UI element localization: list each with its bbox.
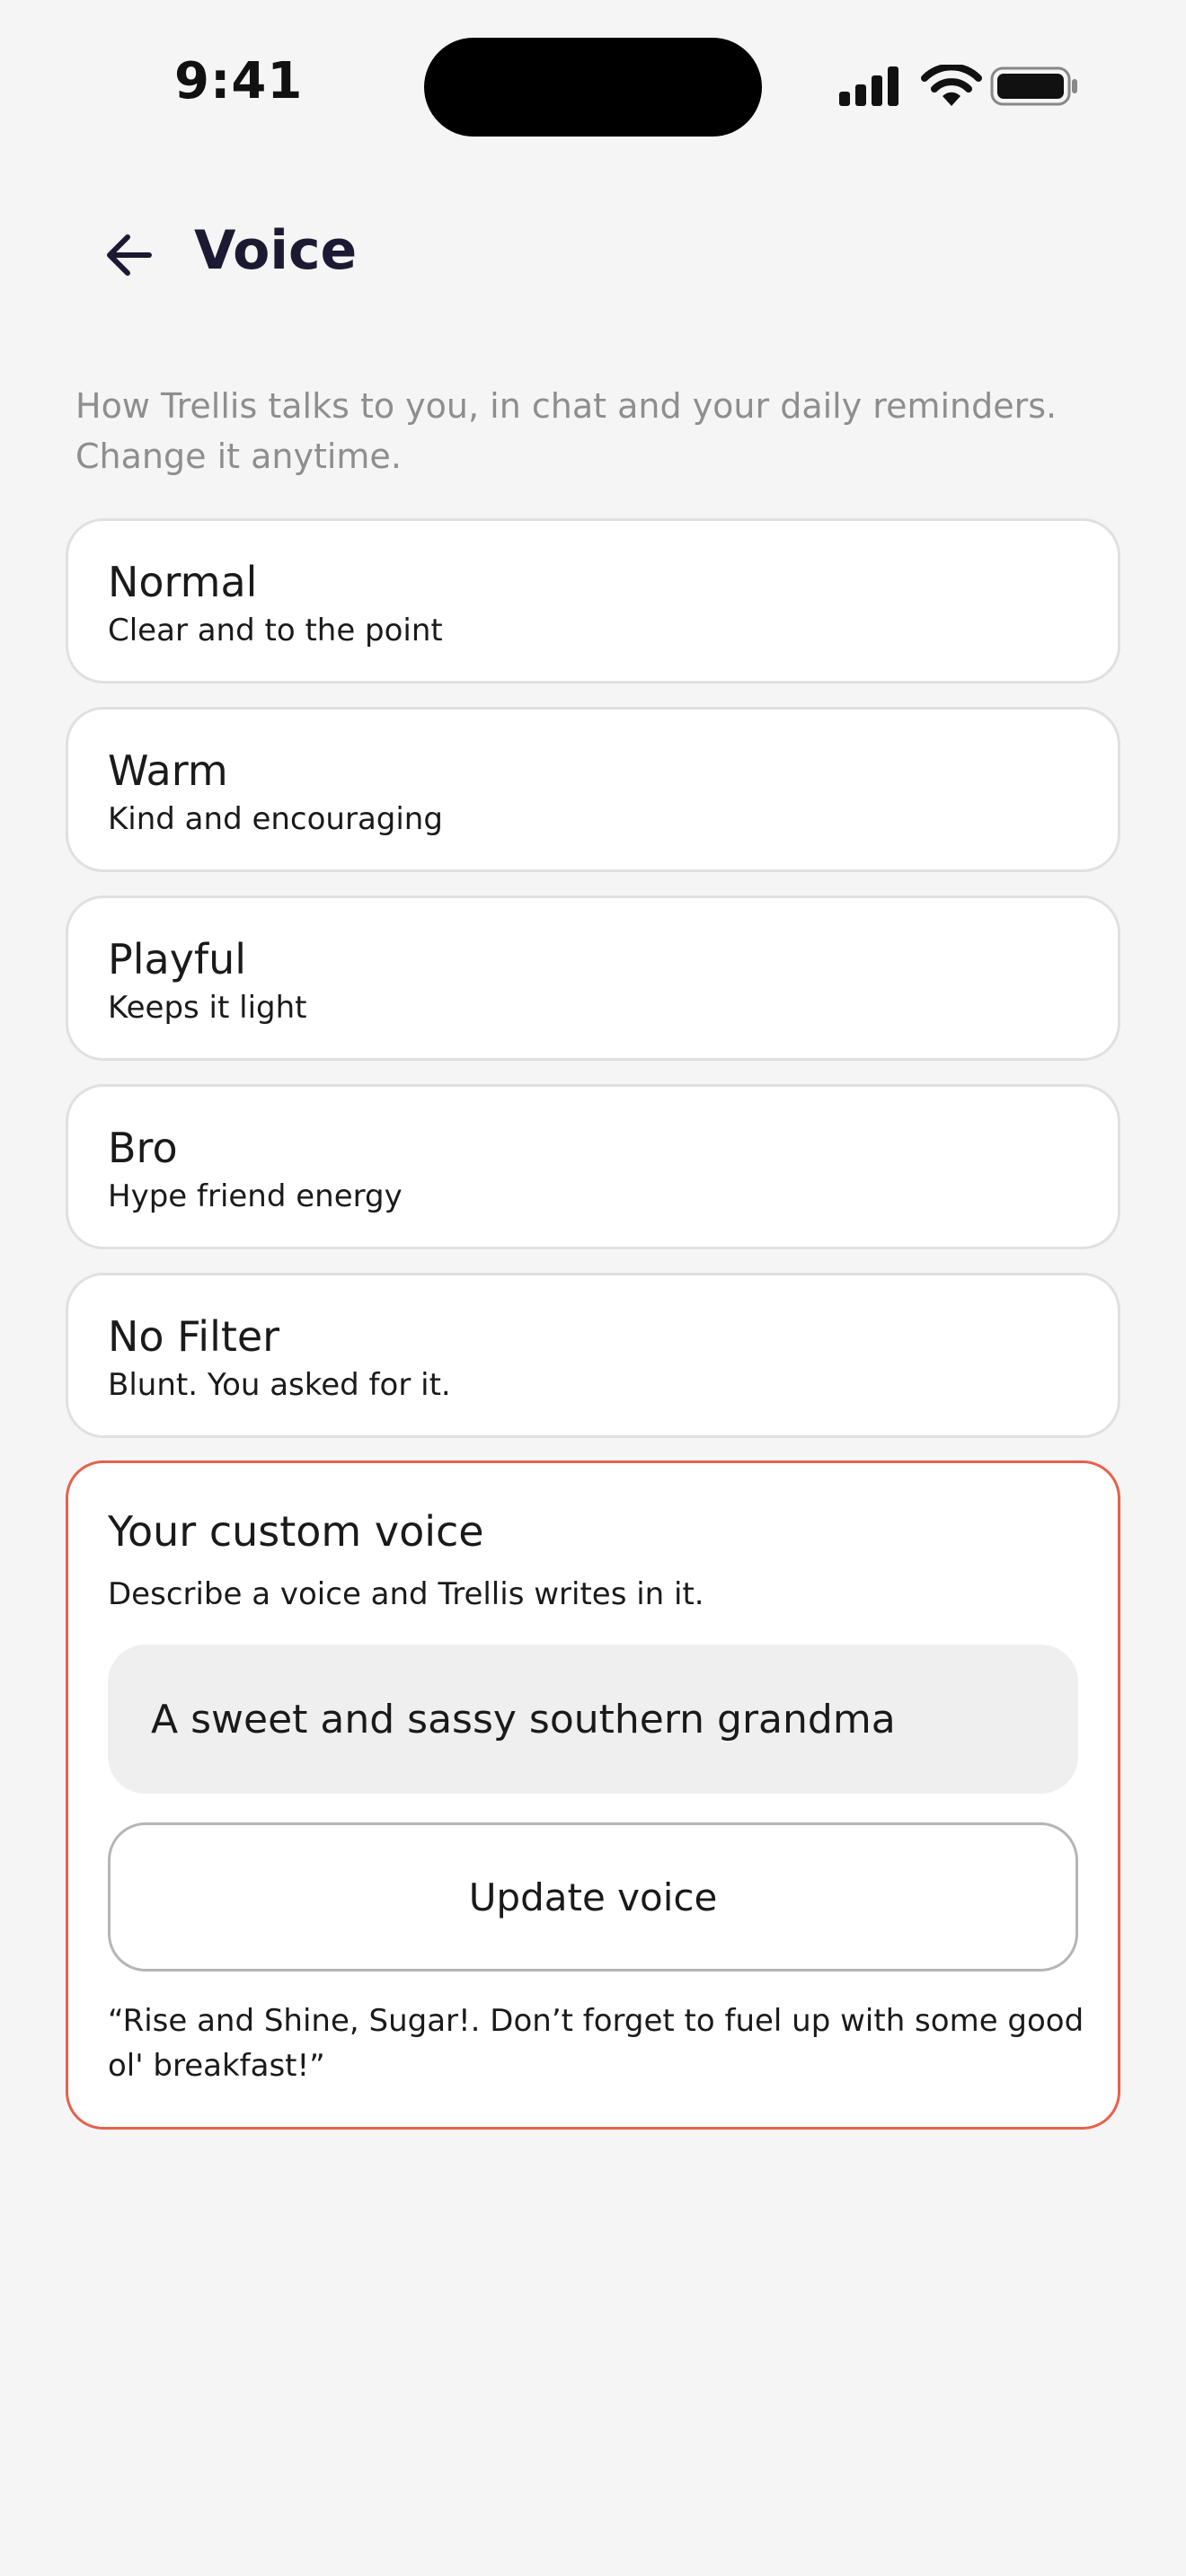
voice-option-playful[interactable]: Playful Keeps it light	[66, 895, 1120, 1061]
status-icons	[839, 65, 1077, 110]
voice-option-warm[interactable]: Warm Kind and encouraging	[66, 707, 1120, 872]
page-title: Voice	[194, 219, 358, 282]
header: Voice	[0, 207, 1186, 296]
status-time: 9:41	[174, 52, 304, 110]
option-title: Normal	[108, 558, 258, 606]
option-title: Bro	[108, 1124, 178, 1172]
voice-preview-text: “Rise and Shine, Sugar!. Don’t forget to…	[108, 2003, 1084, 2084]
arrow-left-icon	[107, 234, 152, 276]
page-subtitle: How Trellis talks to you, in chat and yo…	[75, 386, 1058, 476]
voice-option-no-filter[interactable]: No Filter Blunt. You asked for it.	[66, 1273, 1120, 1438]
voice-settings-screen: 9:41 Voice How Trellis talks to you, in …	[0, 0, 1186, 2576]
custom-voice-title: Your custom voice	[108, 1507, 484, 1556]
option-description: Hype friend energy	[108, 1178, 403, 1214]
voice-option-normal[interactable]: Normal Clear and to the point	[66, 518, 1120, 684]
update-voice-button[interactable]: Update voice	[108, 1822, 1078, 1972]
custom-voice-card[interactable]: Your custom voice Describe a voice and T…	[66, 1460, 1120, 2130]
back-button[interactable]	[93, 219, 165, 291]
custom-voice-input[interactable]	[108, 1645, 1078, 1794]
option-title: Playful	[108, 935, 247, 984]
option-description: Blunt. You asked for it.	[108, 1367, 451, 1403]
battery-icon	[990, 66, 1077, 106]
status-bar: 9:41	[0, 0, 1186, 171]
option-title: Warm	[108, 746, 228, 795]
option-description: Kind and encouraging	[108, 801, 443, 837]
option-title: No Filter	[108, 1312, 280, 1361]
dynamic-island	[424, 38, 762, 137]
voice-option-bro[interactable]: Bro Hype friend energy	[66, 1084, 1120, 1249]
signal-icon	[839, 66, 898, 106]
custom-voice-description: Describe a voice and Trellis writes in i…	[108, 1576, 704, 1612]
option-description: Clear and to the point	[108, 613, 443, 648]
option-description: Keeps it light	[108, 990, 307, 1026]
wifi-icon	[921, 65, 982, 106]
voice-option-list: Normal Clear and to the point Warm Kind …	[66, 518, 1120, 1461]
